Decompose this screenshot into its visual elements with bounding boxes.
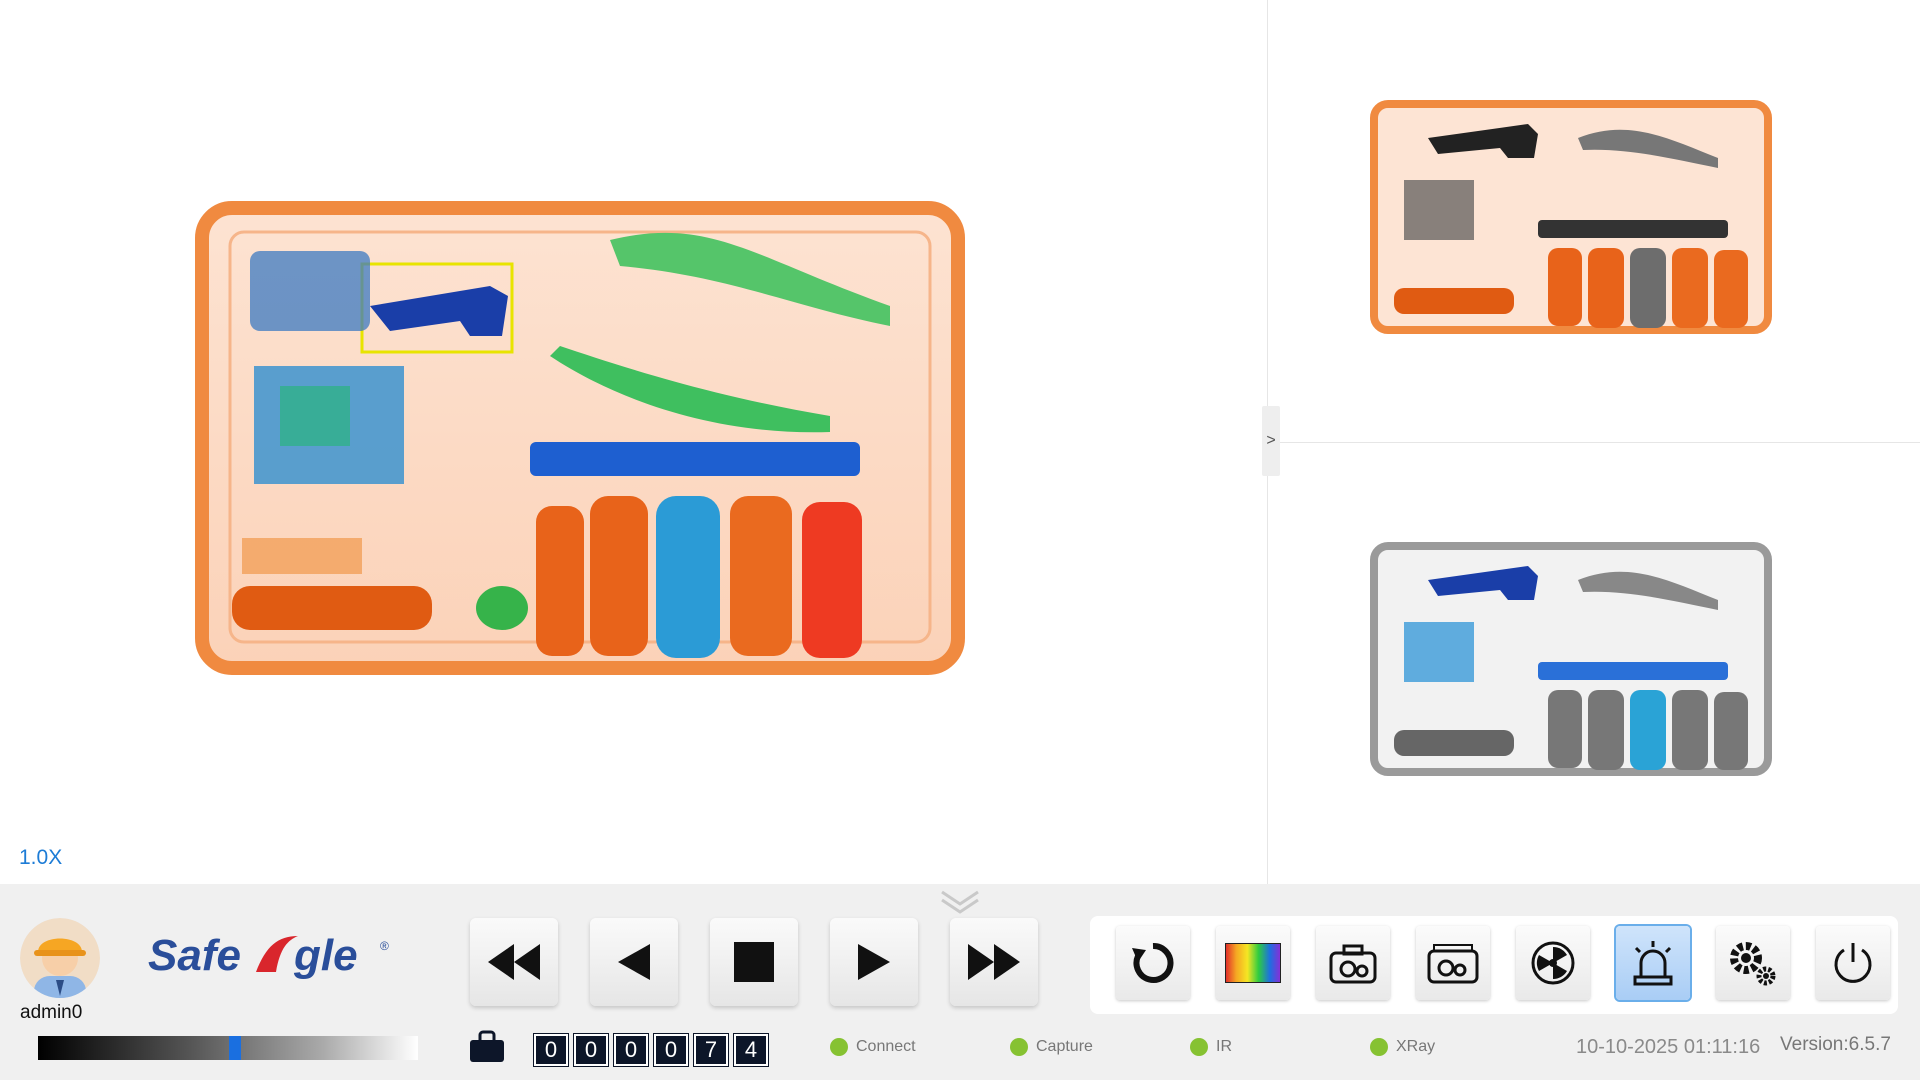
- chevron-down-icon[interactable]: [938, 888, 982, 914]
- left-triangle-icon: [618, 944, 650, 980]
- square-stop-icon: [734, 942, 774, 982]
- double-left-triangle-icon: [488, 944, 540, 980]
- radiation-button[interactable]: [1516, 926, 1590, 1000]
- status-indicator-dot: [1370, 1038, 1388, 1056]
- stop-button[interactable]: [710, 918, 798, 1006]
- status-indicator-dot: [1190, 1038, 1208, 1056]
- radiation-icon: [1531, 941, 1575, 985]
- play-button[interactable]: [830, 918, 918, 1006]
- grayscale-slider[interactable]: [38, 1036, 418, 1060]
- status-ir: IR: [1190, 1038, 1232, 1056]
- counter-digit: 0: [654, 1034, 688, 1066]
- svg-text:Safe: Safe: [148, 931, 241, 980]
- screen-capture-button[interactable]: [1416, 926, 1490, 1000]
- refresh-icon: [1132, 942, 1174, 983]
- grayscale-slider-handle[interactable]: [229, 1036, 241, 1060]
- counter-digit: 7: [694, 1034, 728, 1066]
- bag-counter: 0 0 0 0 7 4: [534, 1034, 768, 1066]
- status-indicator-dot: [1010, 1038, 1028, 1056]
- camera-icon: [1329, 944, 1377, 984]
- status-connect: Connect: [830, 1038, 916, 1056]
- camera-capture-button[interactable]: [1316, 926, 1390, 1000]
- svg-text:®: ®: [380, 939, 389, 953]
- status-label: Connect: [856, 1038, 916, 1055]
- power-button[interactable]: [1816, 926, 1890, 1000]
- counter-digit: 0: [574, 1034, 608, 1066]
- version-label: Version:6.5.7: [1780, 1034, 1891, 1055]
- counter-digit: 0: [534, 1034, 568, 1066]
- rainbow-palette-icon: [1225, 943, 1281, 983]
- double-right-triangle-icon: [968, 944, 1020, 980]
- status-label: Capture: [1036, 1038, 1093, 1055]
- bag-icon: [470, 1030, 504, 1062]
- previous-button[interactable]: [590, 918, 678, 1006]
- refresh-button[interactable]: [1116, 926, 1190, 1000]
- status-xray: XRay: [1370, 1038, 1435, 1056]
- fast-forward-button[interactable]: [950, 918, 1038, 1006]
- status-indicator-dot: [830, 1038, 848, 1056]
- safeagle-logo: Safe gle ®: [148, 931, 389, 980]
- xray-scan-color-main[interactable]: [190, 196, 970, 680]
- zoom-level: 1.0X: [19, 846, 63, 869]
- user-avatar[interactable]: [20, 918, 100, 998]
- side-divider: [1267, 442, 1920, 443]
- alarm-button[interactable]: [1616, 926, 1690, 1000]
- tool-panel: [1090, 916, 1898, 1014]
- gears-icon: [1730, 942, 1776, 986]
- fast-rewind-button[interactable]: [470, 918, 558, 1006]
- username: admin0: [20, 1002, 83, 1023]
- right-triangle-icon: [858, 944, 890, 980]
- color-palette-button[interactable]: [1216, 926, 1290, 1000]
- counter-digit: 4: [734, 1034, 768, 1066]
- datetime-display: 10-10-2025 01:11:16: [1576, 1036, 1761, 1058]
- power-icon: [1834, 943, 1872, 983]
- alarm-light-icon: [1633, 941, 1673, 986]
- worker-avatar-icon: [20, 918, 100, 998]
- svg-text:gle: gle: [293, 931, 358, 980]
- side-panel-toggle[interactable]: >: [1262, 406, 1280, 476]
- main-xray-view[interactable]: 1.0X: [0, 0, 1266, 884]
- camera-screen-icon: [1427, 944, 1479, 984]
- status-label: XRay: [1396, 1038, 1436, 1055]
- status-capture: Capture: [1010, 1038, 1093, 1056]
- status-label: IR: [1216, 1038, 1232, 1055]
- counter-digit: 0: [614, 1034, 648, 1066]
- xray-scan-grayscale-thumb[interactable]: [1368, 540, 1774, 778]
- settings-button[interactable]: [1716, 926, 1790, 1000]
- xray-scan-organic-thumb[interactable]: [1368, 98, 1774, 336]
